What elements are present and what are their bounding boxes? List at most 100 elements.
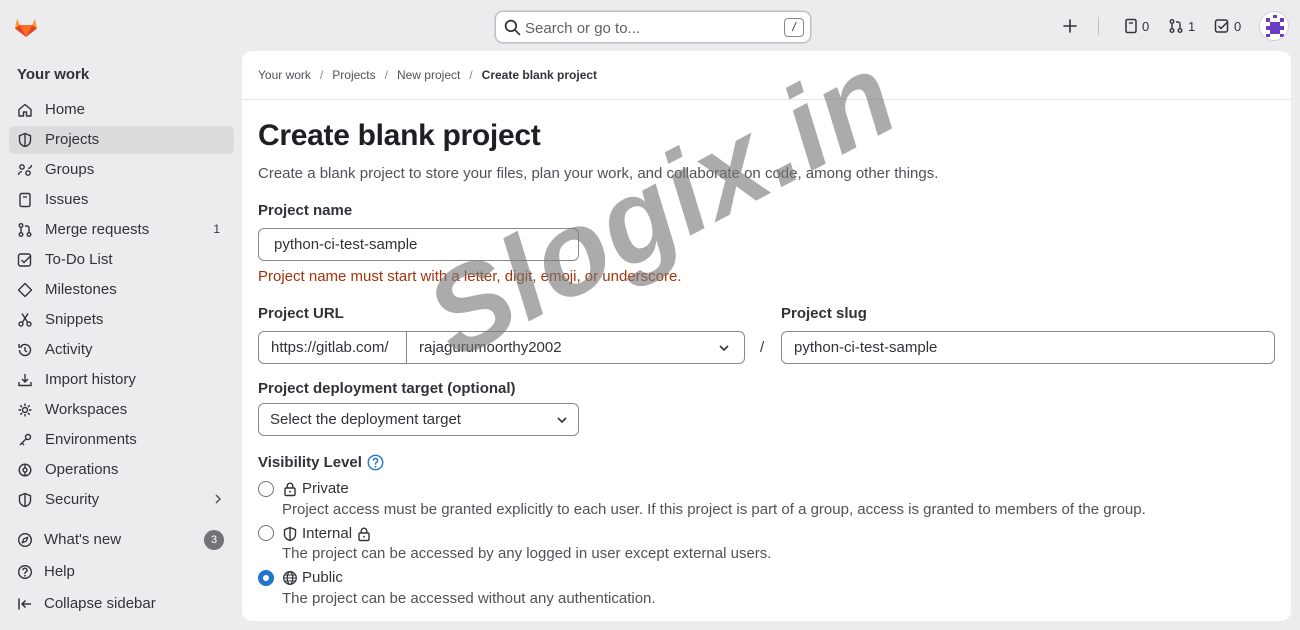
- sidebar-item-merge-requests[interactable]: Merge requests 1: [9, 216, 234, 244]
- chevron-down-icon: [557, 417, 567, 424]
- group-icon: [17, 164, 33, 176]
- history-icon: [18, 343, 32, 357]
- snippet-icon: [18, 313, 32, 327]
- issues-count: 0: [1142, 18, 1150, 34]
- page-title: Create blank project: [258, 119, 541, 152]
- shield-icon: [18, 492, 32, 508]
- merge-requests-count: 1: [213, 222, 220, 236]
- visibility-internal-title: Internal: [282, 525, 372, 542]
- sidebar-item-workspaces[interactable]: Workspaces: [9, 396, 234, 424]
- search-shortcut-key: /: [784, 18, 804, 37]
- breadcrumb-projects[interactable]: Projects: [332, 68, 375, 82]
- breadcrumb: Your work / Projects / New project / Cre…: [258, 68, 597, 82]
- help-question-icon[interactable]: [367, 454, 384, 471]
- sidebar-item-environments[interactable]: Environments: [9, 426, 234, 454]
- plus-icon: [1063, 19, 1077, 33]
- lock-icon: [284, 482, 296, 496]
- issues-icon: [1125, 18, 1137, 34]
- breadcrumb-current[interactable]: Create blank project: [482, 68, 597, 82]
- breadcrumb-separator: /: [319, 68, 324, 82]
- url-slug-separator: /: [760, 339, 765, 356]
- todo-icon: [17, 253, 32, 267]
- breadcrumb-divider: [242, 99, 1291, 100]
- project-url-label: Project URL: [258, 305, 344, 322]
- environment-icon: [19, 433, 32, 446]
- sidebar-item-whats-new[interactable]: What's new 3: [9, 526, 234, 554]
- whats-new-count-badge: 3: [204, 530, 224, 550]
- search-box[interactable]: Search or go to... /: [495, 11, 811, 43]
- sidebar-item-projects[interactable]: Projects: [9, 126, 234, 154]
- visibility-internal-description: The project can be accessed by any logge…: [282, 545, 772, 562]
- search-icon: [504, 19, 521, 36]
- create-new-button[interactable]: [1062, 16, 1078, 36]
- todo-count: 0: [1234, 18, 1242, 34]
- sidebar-item-home[interactable]: Home: [9, 96, 234, 124]
- sidebar-item-import-history[interactable]: Import history: [9, 366, 234, 394]
- issues-icon: [19, 192, 31, 208]
- chevron-down-icon[interactable]: [718, 342, 730, 354]
- gitlab-logo-icon[interactable]: [12, 12, 40, 40]
- visibility-public-radio[interactable]: [258, 570, 274, 586]
- project-slug-input[interactable]: python-ci-test-sample: [781, 331, 1275, 364]
- home-icon: [18, 103, 32, 117]
- topbar-divider: [1098, 17, 1099, 35]
- question-icon: [17, 564, 33, 580]
- visibility-public-description: The project can be accessed without any …: [282, 590, 656, 607]
- url-prefix: https://gitlab.com/: [259, 332, 407, 363]
- visibility-private-description: Project access must be granted explicitl…: [282, 501, 1146, 518]
- project-name-label: Project name: [258, 202, 353, 219]
- deployment-target-label: Project deployment target (optional): [258, 380, 516, 397]
- todo-button[interactable]: 0: [1214, 16, 1241, 36]
- sidebar-item-issues[interactable]: Issues: [9, 186, 234, 214]
- sidebar-title: Your work: [17, 66, 90, 83]
- breadcrumb-your-work[interactable]: Your work: [258, 68, 311, 82]
- visibility-level-label: Visibility Level: [258, 454, 384, 471]
- compass-icon: [17, 532, 33, 548]
- visibility-internal-radio[interactable]: [258, 525, 274, 541]
- sidebar-item-groups[interactable]: Groups: [9, 156, 234, 184]
- sidebar-item-milestones[interactable]: Milestones: [9, 276, 234, 304]
- workspace-icon: [18, 403, 32, 417]
- sidebar-item-snippets[interactable]: Snippets: [9, 306, 234, 334]
- import-icon: [18, 374, 32, 387]
- breadcrumb-separator: /: [384, 68, 388, 82]
- project-icon: [18, 132, 32, 148]
- project-name-input[interactable]: python-ci-test-sample: [258, 228, 579, 261]
- assigned-issues-button[interactable]: 0: [1124, 16, 1149, 36]
- visibility-private-radio[interactable]: [258, 481, 274, 497]
- page-description: Create a blank project to store your fil…: [258, 165, 939, 182]
- collapse-sidebar-button[interactable]: Collapse sidebar: [9, 590, 234, 618]
- shield-icon: [283, 526, 297, 541]
- sidebar-item-todo-list[interactable]: To-Do List: [9, 246, 234, 274]
- merge-request-icon: [18, 223, 32, 237]
- sidebar: Your work Home Projects Groups Issues Me…: [0, 50, 242, 630]
- globe-icon: [283, 570, 297, 585]
- todo-icon: [1214, 19, 1229, 33]
- chevron-right-icon: [215, 494, 222, 504]
- lock-icon: [358, 527, 370, 541]
- merge-request-icon: [1169, 19, 1183, 33]
- project-slug-label: Project slug: [781, 305, 867, 322]
- breadcrumb-separator: /: [469, 68, 473, 82]
- deployment-target-value: Select the deployment target: [270, 411, 461, 428]
- sidebar-item-activity[interactable]: Activity: [9, 336, 234, 364]
- search-placeholder: Search or go to...: [525, 20, 641, 37]
- merge-requests-count: 1: [1188, 18, 1196, 34]
- visibility-private-title: Private: [282, 480, 349, 497]
- deployment-target-select[interactable]: Select the deployment target: [258, 403, 579, 436]
- sidebar-item-security[interactable]: Security: [9, 486, 234, 514]
- namespace-dropdown[interactable]: rajagurumoorthy2002: [419, 339, 562, 356]
- operations-icon: [18, 463, 32, 477]
- breadcrumb-new-project[interactable]: New project: [397, 68, 460, 82]
- top-bar: Search or go to... / 0 1 0: [0, 0, 1300, 50]
- sidebar-item-help[interactable]: Help: [9, 558, 234, 586]
- merge-requests-button[interactable]: 1: [1168, 16, 1195, 36]
- identicon-icon: [1260, 12, 1288, 40]
- main-panel: Your work / Projects / New project / Cre…: [242, 51, 1291, 621]
- sidebar-item-operations[interactable]: Operations: [9, 456, 234, 484]
- user-avatar[interactable]: [1259, 11, 1289, 41]
- visibility-public-title: Public: [282, 569, 343, 586]
- collapse-left-icon: [18, 598, 31, 610]
- milestone-icon: [17, 282, 33, 298]
- project-name-error: Project name must start with a letter, d…: [258, 268, 682, 285]
